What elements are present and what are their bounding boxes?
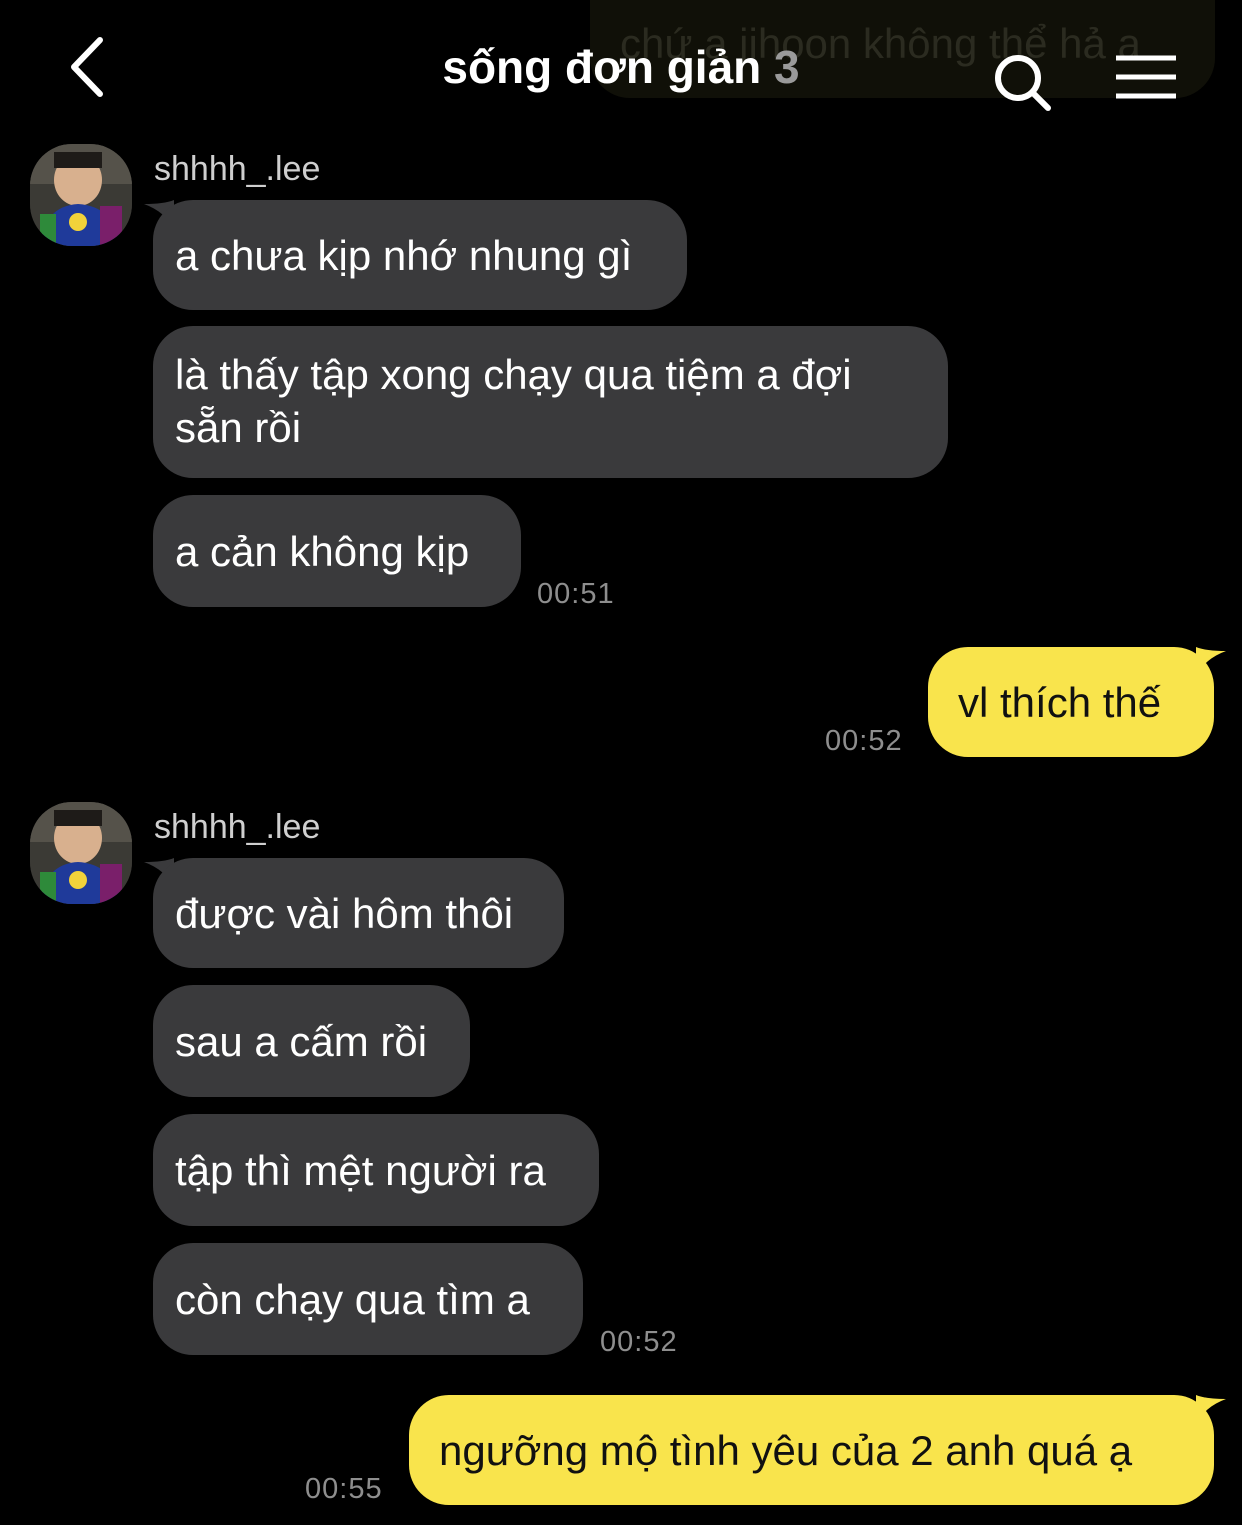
message-text: a chưa kịp nhớ nhung gì — [175, 231, 633, 279]
avatar-photo — [30, 144, 132, 246]
bubble-tail — [1196, 647, 1226, 677]
message-timestamp: 00:52 — [600, 1326, 678, 1358]
message-text: là thấy tập xong chạy qua tiệm a đợi — [175, 351, 852, 398]
my-message-bubble[interactable]: ngưỡng mộ tình yêu của 2 anh quá ạ — [409, 1395, 1214, 1505]
message-text: sau a cấm rồi — [175, 1017, 428, 1065]
message-text: còn chạy qua tìm a — [175, 1275, 530, 1323]
message-text: được vài hôm thôi — [175, 889, 514, 937]
avatar[interactable] — [30, 144, 132, 246]
message-bubble[interactable]: a cản không kịp — [153, 495, 521, 607]
chat-name: sống đơn giản — [442, 41, 762, 93]
avatar[interactable] — [30, 802, 132, 904]
hamburger-menu-icon — [1116, 55, 1176, 99]
my-message-bubble[interactable]: vl thích thế — [928, 647, 1214, 757]
message-timestamp: 00:52 — [825, 725, 903, 757]
search-button[interactable] — [990, 50, 1054, 114]
avatar-photo — [30, 802, 132, 904]
sender-name: shhhh_.lee — [154, 808, 321, 846]
message-text: vl thích thế — [958, 678, 1162, 726]
message-text: sẵn rồi — [175, 404, 302, 451]
search-icon — [995, 55, 1051, 111]
menu-button[interactable] — [1112, 52, 1180, 102]
chat-title: sống đơn giản 3 — [0, 40, 1242, 94]
message-text: ngưỡng mộ tình yêu của 2 anh quá ạ — [439, 1426, 1133, 1474]
bubble-tail — [1196, 1395, 1226, 1425]
message-bubble[interactable]: là thấy tập xong chạy qua tiệm a đợi sẵn… — [153, 326, 948, 478]
message-text: a cản không kịp — [175, 527, 470, 575]
message-timestamp: 00:55 — [305, 1473, 383, 1505]
message-timestamp: 00:51 — [537, 578, 615, 610]
message-bubble[interactable]: còn chạy qua tìm a — [153, 1243, 583, 1355]
message-bubble[interactable]: được vài hôm thôi — [153, 858, 564, 968]
message-bubble[interactable]: sau a cấm rồi — [153, 985, 470, 1097]
sender-name: shhhh_.lee — [154, 150, 321, 188]
message-text: tập thì mệt người ra — [175, 1146, 546, 1194]
member-count: 3 — [774, 41, 800, 93]
message-bubble[interactable]: a chưa kịp nhớ nhung gì — [153, 200, 687, 310]
message-bubble[interactable]: tập thì mệt người ra — [153, 1114, 599, 1226]
